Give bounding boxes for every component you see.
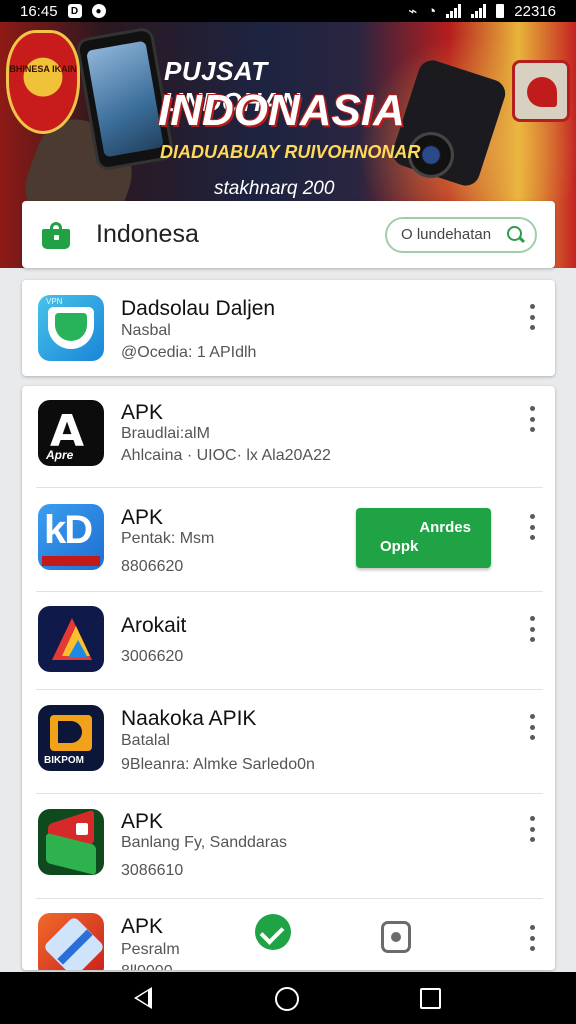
store-title: Indonesa — [96, 220, 199, 248]
status-bar: 16:45 D ● ⌁ ◔ 22316 — [0, 0, 576, 22]
more-options-icon[interactable] — [527, 816, 537, 842]
hk-icon-text: BIKPOM — [44, 755, 84, 766]
notification-icon: ● — [91, 4, 106, 18]
app-details: 8ll0000 — [121, 963, 173, 970]
recents-icon[interactable] — [420, 988, 441, 1009]
featured-app-card[interactable]: VPN Dadsolau Daljen Nasbal @Ocedia: 1 AP… — [22, 280, 555, 376]
more-options-icon[interactable] — [527, 514, 537, 540]
app-details: Ahlcaina · UIOC· lx Ala20A22 — [121, 447, 331, 464]
hk-logo-icon: BIKPOM — [38, 705, 104, 771]
app-details: 8806620 — [121, 558, 184, 575]
sim-icon: D — [67, 4, 82, 18]
open-app-button[interactable]: Anrdes Oppk — [356, 508, 491, 568]
verified-check-icon[interactable] — [255, 914, 291, 950]
camera-icon[interactable] — [381, 921, 411, 953]
kd-logo-icon: kD — [38, 504, 104, 570]
apre-logo-icon: A Apre — [38, 400, 104, 466]
status-time: 16:45 — [20, 2, 58, 20]
search-icon — [507, 225, 525, 244]
app-developer: Pesralm — [121, 941, 180, 958]
more-options-icon[interactable] — [527, 616, 537, 642]
signal-icon — [446, 4, 462, 18]
battery-icon — [496, 4, 505, 18]
list-item[interactable]: Arokait 3006620 — [22, 592, 555, 689]
apre-icon-text: Apre — [46, 448, 74, 462]
banner-title-main: INDONASIA — [158, 86, 405, 135]
navigation-bar — [0, 972, 576, 1024]
app-name: APK — [121, 506, 164, 529]
list-item[interactable]: A Apre APK Braudlai:alM Ahlcaina · UIOC·… — [22, 386, 555, 487]
app-details: 9Bleanra: Almke Sarledo0n — [121, 756, 315, 773]
banner-tagline: stakhnarq 200 — [214, 178, 335, 199]
app-name: APK — [121, 810, 164, 833]
app-details: 3006620 — [121, 648, 184, 665]
home-icon[interactable] — [275, 987, 299, 1011]
list-item[interactable]: BIKPOM Naakoka APIK Batalal 9Bleanra: Al… — [22, 690, 555, 793]
banner-subtitle: DIADUABUAY RUIVOHNONAR — [160, 142, 421, 162]
app-developer: Batalal — [121, 732, 170, 749]
vpn-shield-logo-icon: VPN — [38, 295, 104, 361]
status-clock-right: 22316 — [514, 2, 556, 20]
app-developer: Nasbal — [121, 322, 171, 339]
pencil-logo-icon — [38, 913, 104, 970]
store-header: Indonesa O lundehatan — [22, 201, 555, 268]
app-name: Arokait — [121, 614, 187, 637]
badge-logo-icon — [512, 60, 570, 122]
more-options-icon[interactable] — [527, 304, 537, 330]
kd-icon-text: kD — [44, 508, 93, 552]
vibrate-icon: ⌁ — [408, 3, 418, 20]
back-icon[interactable] — [134, 987, 152, 1009]
app-name: Naakoka APIK — [121, 707, 257, 730]
app-name: APK — [121, 401, 164, 424]
open-button-label: Oppk — [380, 538, 419, 555]
vpn-icon-text: VPN — [46, 297, 63, 306]
app-list: A Apre APK Braudlai:alM Ahlcaina · UIOC·… — [22, 386, 555, 970]
search-pill-label: O lundehatan — [401, 226, 492, 243]
more-options-icon[interactable] — [527, 406, 537, 432]
search-button[interactable]: O lundehatan — [385, 216, 537, 253]
store-bag-icon — [40, 221, 72, 249]
open-button-label-top: Anrdes — [419, 519, 471, 536]
app-name: APK — [121, 915, 164, 938]
app-details: 3086610 — [121, 862, 184, 879]
more-options-icon[interactable] — [527, 714, 537, 740]
green-red-logo-icon — [38, 809, 104, 875]
app-name: Dadsolau Daljen — [121, 297, 276, 320]
app-details: @Ocedia: 1 APIdlh — [121, 344, 257, 361]
list-item[interactable]: APK Banlang Fy, Sanddaras 3086610 — [22, 794, 555, 898]
app-developer: Pentak: Msm — [121, 530, 215, 547]
triangle-a-logo-icon — [38, 606, 104, 672]
app-developer: Banlang Fy, Sanddaras — [121, 834, 288, 851]
emblem-text: BHINESA IKAIN — [9, 64, 77, 74]
signal-icon-2 — [471, 4, 487, 18]
app-developer: Braudlai:alM — [121, 425, 210, 442]
emblem-logo-icon — [6, 30, 80, 134]
wifi-icon: ◔ — [427, 2, 437, 20]
more-options-icon[interactable] — [527, 925, 537, 951]
